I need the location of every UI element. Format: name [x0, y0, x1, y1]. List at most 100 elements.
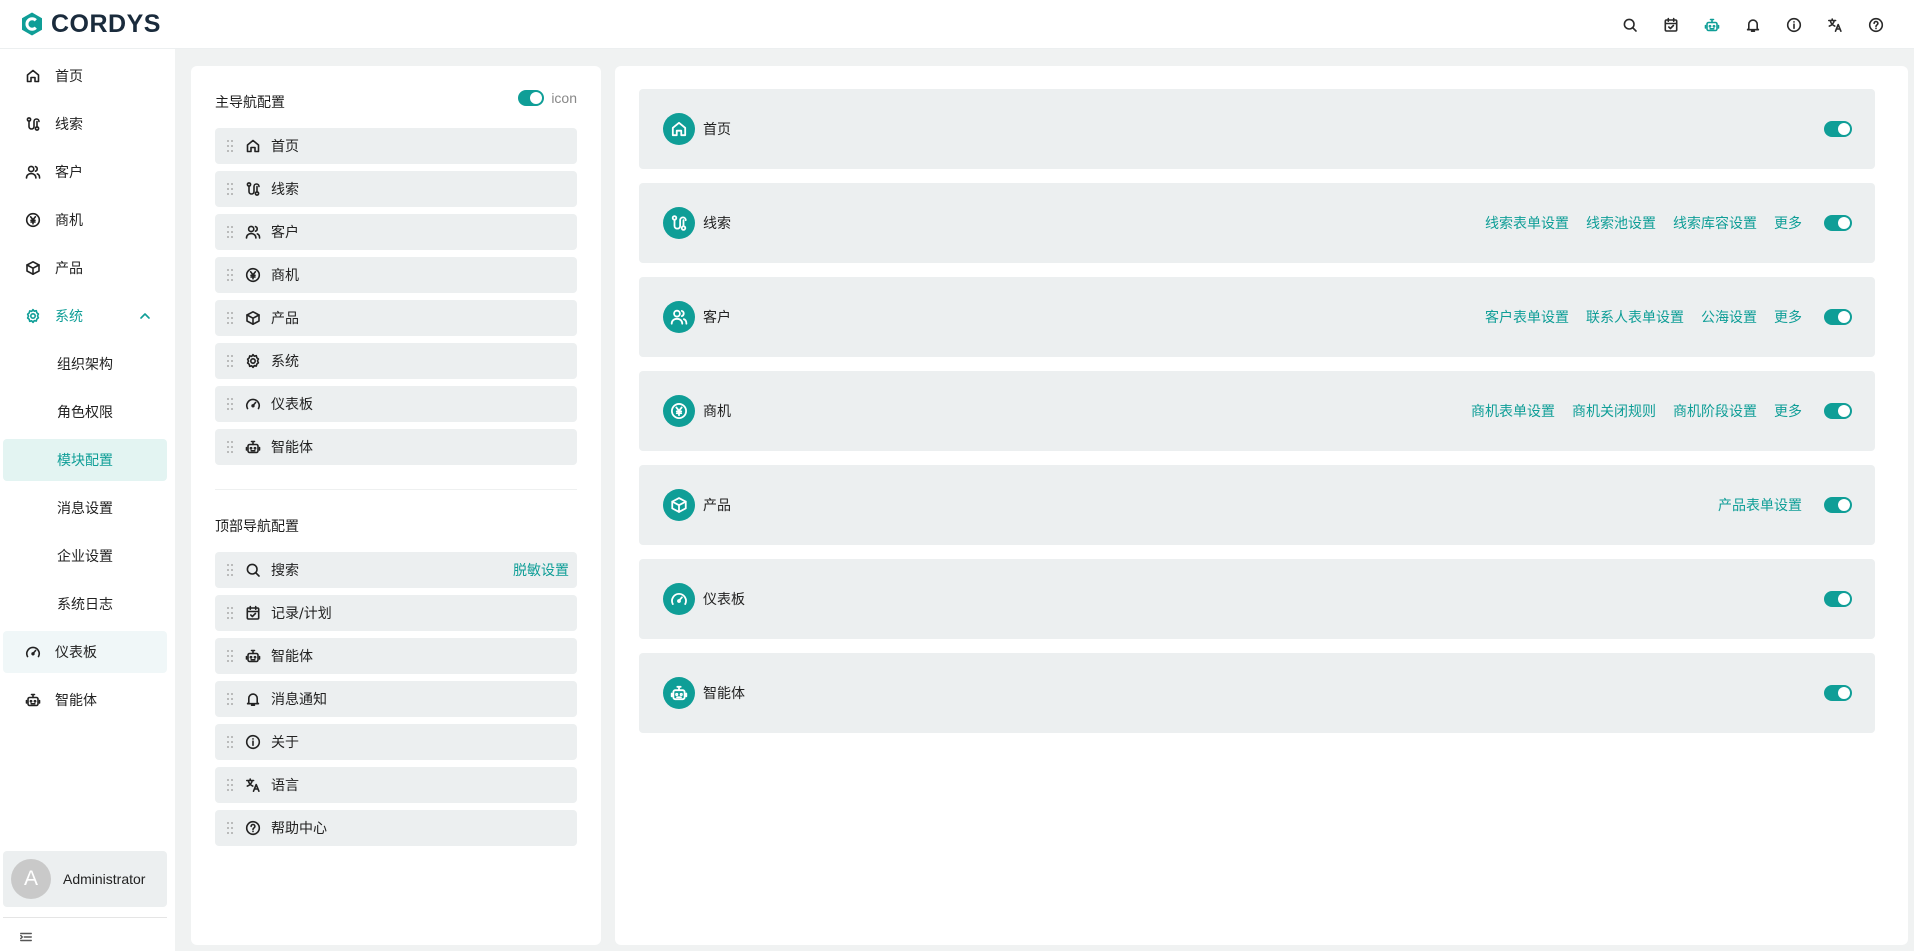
users-icon: [663, 301, 695, 333]
main-nav-item-opportunities[interactable]: 商机: [215, 257, 577, 293]
drag-handle-icon[interactable]: [225, 734, 235, 750]
drag-handle-icon[interactable]: [225, 562, 235, 578]
module-toggle[interactable]: [1824, 685, 1852, 701]
help-icon[interactable]: [1855, 4, 1896, 45]
top-nav-item-records[interactable]: 记录/计划: [215, 595, 577, 631]
drag-handle-icon[interactable]: [225, 820, 235, 836]
module-toggle[interactable]: [1824, 121, 1852, 137]
module-link[interactable]: 商机表单设置: [1471, 401, 1555, 421]
sidebar-item-dashboard[interactable]: 仪表板: [3, 631, 167, 673]
more-link[interactable]: 更多: [1774, 213, 1802, 233]
top-nav-item-agent[interactable]: 智能体: [215, 638, 577, 674]
module-link[interactable]: 联系人表单设置: [1586, 307, 1684, 327]
module-label: 线索: [703, 216, 731, 232]
yen-icon: [25, 212, 41, 228]
home-icon: [245, 138, 261, 154]
module-toggle[interactable]: [1824, 591, 1852, 607]
bell-icon[interactable]: [1732, 4, 1773, 45]
language-icon[interactable]: [1814, 4, 1855, 45]
sidebar-item-customers[interactable]: 客户: [3, 151, 167, 193]
module-link[interactable]: 商机阶段设置: [1673, 401, 1757, 421]
sidebar-item-label: 企业设置: [57, 549, 113, 565]
bell-icon: [245, 691, 261, 707]
main-nav-item-system[interactable]: 系统: [215, 343, 577, 379]
main-nav-item-home[interactable]: 首页: [215, 128, 577, 164]
sidebar-item-system[interactable]: 系统: [3, 295, 167, 337]
top-nav-item-about[interactable]: 关于: [215, 724, 577, 760]
drag-handle-icon[interactable]: [225, 310, 235, 326]
gear-icon: [25, 308, 41, 324]
module-link[interactable]: 商机关闭规则: [1572, 401, 1656, 421]
module-link[interactable]: 公海设置: [1701, 307, 1757, 327]
module-toggle[interactable]: [1824, 497, 1852, 513]
calendar-icon[interactable]: [1650, 4, 1691, 45]
sidebar-item-home[interactable]: 首页: [3, 55, 167, 97]
collapse-sidebar-icon[interactable]: [19, 930, 33, 944]
users-icon: [25, 164, 41, 180]
drag-handle-icon[interactable]: [225, 777, 235, 793]
drag-handle-icon[interactable]: [225, 648, 235, 664]
module-toggle[interactable]: [1824, 215, 1852, 231]
masking-settings-link[interactable]: 脱敏设置: [513, 560, 569, 580]
user-card[interactable]: A Administrator: [3, 851, 167, 907]
top-nav-item-notifications[interactable]: 消息通知: [215, 681, 577, 717]
main-nav-item-agent[interactable]: 智能体: [215, 429, 577, 465]
drag-handle-icon[interactable]: [225, 439, 235, 455]
sidebar-item-products[interactable]: 产品: [3, 247, 167, 289]
robot-icon[interactable]: [1691, 4, 1732, 45]
sidebar-item-enterprise[interactable]: 企业设置: [3, 535, 167, 577]
more-link[interactable]: 更多: [1774, 307, 1802, 327]
sidebar-item-module-config[interactable]: 模块配置: [3, 439, 167, 481]
robot-icon: [245, 439, 261, 455]
sidebar-item-messages[interactable]: 消息设置: [3, 487, 167, 529]
drag-handle-icon[interactable]: [225, 224, 235, 240]
drag-handle-icon[interactable]: [225, 691, 235, 707]
module-link[interactable]: 线索池设置: [1586, 213, 1656, 233]
sidebar-item-label: 组织架构: [57, 357, 113, 373]
route-icon: [663, 207, 695, 239]
main-nav-item-leads[interactable]: 线索: [215, 171, 577, 207]
sidebar-item-agent[interactable]: 智能体: [3, 679, 167, 721]
top-nav-item-language[interactable]: 语言: [215, 767, 577, 803]
gear-icon: [245, 353, 261, 369]
gauge-icon: [663, 583, 695, 615]
icon-toggle-switch[interactable]: [518, 90, 545, 106]
top-nav-label: 记录/计划: [271, 606, 332, 622]
app-logo[interactable]: CORDYS: [19, 8, 161, 40]
main-nav-item-customers[interactable]: 客户: [215, 214, 577, 250]
drag-handle-icon[interactable]: [225, 353, 235, 369]
main-nav-label: 系统: [271, 354, 299, 370]
drag-handle-icon[interactable]: [225, 138, 235, 154]
robot-icon: [663, 677, 695, 709]
module-label: 智能体: [703, 686, 745, 702]
sidebar-item-system-log[interactable]: 系统日志: [3, 583, 167, 625]
chevron-up-icon[interactable]: [137, 308, 153, 324]
main-nav-item-products[interactable]: 产品: [215, 300, 577, 336]
top-nav-item-search[interactable]: 搜索 脱敏设置: [215, 552, 577, 588]
drag-handle-icon[interactable]: [225, 267, 235, 283]
sidebar-item-opportunities[interactable]: 商机: [3, 199, 167, 241]
drag-handle-icon[interactable]: [225, 181, 235, 197]
sidebar-item-leads[interactable]: 线索: [3, 103, 167, 145]
module-link[interactable]: 产品表单设置: [1718, 495, 1802, 515]
sidebar-item-organization[interactable]: 组织架构: [3, 343, 167, 385]
main-nav-label: 客户: [271, 225, 299, 241]
drag-handle-icon[interactable]: [225, 396, 235, 412]
sidebar-item-roles[interactable]: 角色权限: [3, 391, 167, 433]
module-label: 首页: [703, 122, 731, 138]
top-nav-item-help[interactable]: 帮助中心: [215, 810, 577, 846]
more-link[interactable]: 更多: [1774, 401, 1802, 421]
search-icon[interactable]: [1609, 4, 1650, 45]
main-nav-label: 首页: [271, 139, 299, 155]
module-link[interactable]: 线索库容设置: [1673, 213, 1757, 233]
main-nav-item-dashboard[interactable]: 仪表板: [215, 386, 577, 422]
route-icon: [245, 181, 261, 197]
module-card-customers: 客户 客户表单设置 联系人表单设置 公海设置 更多: [639, 277, 1875, 357]
module-toggle[interactable]: [1824, 403, 1852, 419]
module-config-panel: 首页 线索 线索表单设置 线索池设置 线索库容设置 更多 客户 客户表单设置 联…: [615, 66, 1908, 945]
drag-handle-icon[interactable]: [225, 605, 235, 621]
module-toggle[interactable]: [1824, 309, 1852, 325]
module-link[interactable]: 线索表单设置: [1485, 213, 1569, 233]
info-icon[interactable]: [1773, 4, 1814, 45]
module-link[interactable]: 客户表单设置: [1485, 307, 1569, 327]
